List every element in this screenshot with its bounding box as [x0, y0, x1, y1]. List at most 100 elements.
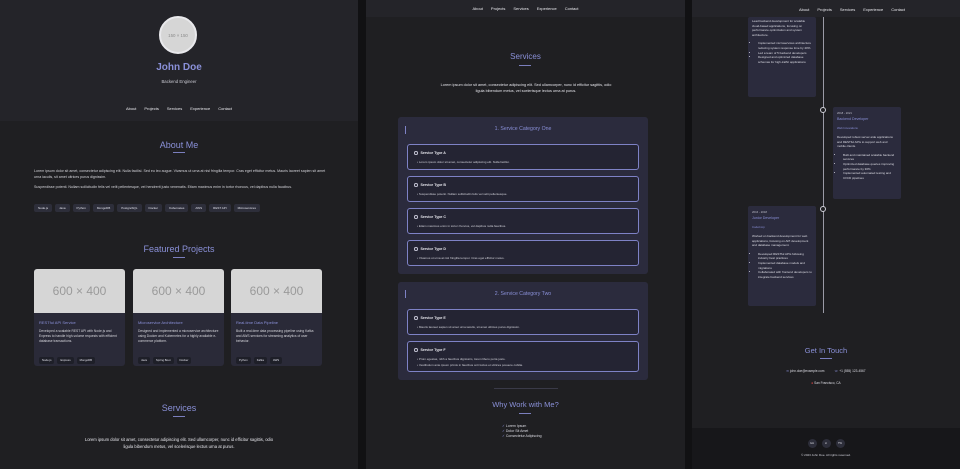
experience-card: 2018 - 2021 Backend Developer Web Innova…: [833, 107, 901, 199]
skill-chip: Kubernetes: [165, 204, 189, 212]
circle-icon: [414, 151, 418, 155]
service-desc: Etiam maximus enim in tortor rhoncus, ve…: [417, 224, 506, 228]
nav-about[interactable]: About: [126, 106, 136, 111]
panel-experience-contact: About Projects Services Experience Conta…: [692, 0, 960, 469]
nav-contact[interactable]: Contact: [891, 7, 905, 12]
bullet: Implemented database models and migratio…: [758, 261, 812, 270]
bullet: Implemented microservices architecture r…: [758, 41, 812, 50]
service-category: 2. Service Category Two Service Type E Ma…: [398, 282, 648, 380]
service-item[interactable]: Service Type D Vivamus ut urna at nisl fr…: [407, 240, 639, 266]
skill-chip: Docker: [144, 204, 163, 212]
circle-icon: [414, 348, 418, 352]
service-desc: Vestibulum ante ipsum primis in faucibus…: [417, 363, 523, 367]
project-title: Real-time Data Pipeline: [236, 320, 279, 325]
project-tags: Node.js Express MongoDB: [34, 344, 125, 366]
why-title: Why Work with Me?: [492, 400, 559, 409]
nav-contact[interactable]: Contact: [565, 6, 579, 11]
experience-dates: 2016 - 2018: [752, 210, 767, 214]
contact-phone[interactable]: ☏ +1 (555) 123-4567: [834, 369, 865, 373]
category-title: 2. Service Category Two: [494, 291, 552, 297]
project-card[interactable]: 600 × 400 RESTful API Service Developed …: [34, 269, 125, 366]
experience-dates: 2018 - 2021: [837, 111, 852, 115]
linkedin-icon[interactable]: LI: [821, 439, 831, 448]
experience-bullets: Implemented microservices architecture r…: [752, 41, 812, 64]
projects-underline: [173, 257, 185, 258]
tag: Python: [236, 356, 251, 364]
project-title: RESTful API Service: [39, 320, 76, 325]
main-nav: About Projects Services Experience Conta…: [752, 7, 952, 12]
service-item[interactable]: Service Type C Etiam maximus enim in tort…: [407, 208, 639, 234]
why-underline: [519, 413, 531, 414]
service-item[interactable]: Service Type A Lorem ipsum dolor sit amet…: [407, 144, 639, 170]
nav-services[interactable]: Services: [513, 6, 528, 11]
main-nav: About Projects Services Experience Conta…: [0, 106, 358, 111]
experience-bullets: Built and maintained scalable backend se…: [837, 153, 897, 181]
category-title: 1. Service Category One: [494, 126, 552, 132]
nav-experience[interactable]: Experience: [863, 7, 883, 12]
nav-experience[interactable]: Experience: [190, 106, 210, 111]
service-item[interactable]: Service Type E Mauris laoreet sapien sit …: [407, 309, 639, 335]
github-icon[interactable]: GH: [807, 439, 817, 448]
gutter-right: [685, 0, 692, 469]
about-title: About Me: [159, 140, 199, 150]
bullet: Built and maintained scalable backend se…: [843, 153, 897, 162]
project-desc: Built a real-time data processing pipeli…: [236, 329, 314, 343]
nav-projects[interactable]: Projects: [491, 6, 505, 11]
skill-chip: PostgreSQL: [117, 204, 142, 212]
nav-services[interactable]: Services: [840, 7, 855, 12]
category-accent: [405, 290, 406, 298]
project-card[interactable]: 600 × 400 Microservice Architecture Desi…: [133, 269, 224, 366]
nav-experience[interactable]: Experience: [537, 6, 557, 11]
timeline-dot: [820, 206, 826, 212]
tag: Docker: [176, 356, 192, 364]
contact-email[interactable]: ✉ john.doe@example.com: [786, 369, 824, 373]
service-name: Service Type A: [414, 151, 446, 155]
skill-chip: Microservices: [233, 204, 260, 212]
nav-contact[interactable]: Contact: [218, 106, 232, 111]
services-lead: Lorem ipsum dolor sit amet, consectetur …: [440, 83, 612, 93]
copyright: © 2023 John Doe. All rights reserved.: [801, 453, 851, 457]
gutter-left: [358, 0, 366, 469]
social-links: GH LI TW: [692, 439, 960, 448]
experience-role: Backend Developer: [837, 117, 869, 121]
experience-desc: Worked on backend development for web ap…: [752, 234, 809, 248]
avatar: 150 × 150: [159, 16, 197, 54]
category-accent: [405, 126, 406, 134]
bullet: Developed RESTful APIs following industr…: [758, 252, 812, 261]
experience-company: Web Innovations: [837, 126, 858, 130]
nav-projects[interactable]: Projects: [817, 7, 831, 12]
experience-desc: Lead backend development for scalable cl…: [752, 19, 806, 37]
service-item[interactable]: Service Type B Suspendisse potenti. Nulla…: [407, 176, 639, 202]
about-paragraph-2: Suspendisse potenti. Nullam sollicitudin…: [34, 185, 293, 189]
service-desc: Vivamus ut urna at nisl fringilla tempor…: [417, 256, 505, 260]
profile-title: Backend Engineer: [161, 79, 197, 84]
services-underline: [519, 65, 531, 66]
nav-about[interactable]: About: [472, 6, 482, 11]
service-item[interactable]: Service Type F Proin egestas, nibh a fauc…: [407, 341, 639, 372]
main-nav: About Projects Services Experience Conta…: [366, 6, 685, 11]
twitter-icon[interactable]: TW: [835, 439, 845, 448]
project-image: 600 × 400: [231, 269, 322, 313]
tag: Kafka: [253, 356, 267, 364]
service-desc: Proin egestas, nibh a faucibus dignissim…: [417, 357, 506, 361]
nav-about[interactable]: About: [799, 7, 809, 12]
service-desc: Suspendisse potenti. Nullam sollicitudin…: [417, 192, 507, 196]
service-name: Service Type F: [414, 348, 446, 352]
timeline-line: [823, 17, 824, 313]
project-desc: Designed and implemented a microservice …: [138, 329, 219, 343]
bullet: Designed and optimized database schemas …: [758, 55, 812, 64]
contact-title: Get In Touch: [804, 346, 848, 355]
bullet: Optimized database queries improving per…: [843, 162, 897, 171]
experience-desc: Developed robust server-side application…: [837, 135, 893, 149]
project-card[interactable]: 600 × 400 Real-time Data Pipeline Built …: [231, 269, 322, 366]
nav-services[interactable]: Services: [167, 106, 182, 111]
service-category: 1. Service Category One Service Type A Lo…: [398, 117, 648, 274]
about-paragraph-1: Lorem ipsum dolor sit amet, consectetur …: [34, 169, 326, 179]
project-title: Microservice Architecture: [138, 320, 183, 325]
tag: Express: [57, 356, 74, 364]
nav-projects[interactable]: Projects: [144, 106, 158, 111]
services-lead: Lorem ipsum dolor sit amet, consectetur …: [84, 437, 274, 449]
services-underline: [173, 416, 185, 417]
why-point: ✓ Consectetur Adipiscing: [502, 434, 542, 438]
service-desc: Lorem ipsum dolor sit amet, consectetur …: [417, 160, 510, 164]
